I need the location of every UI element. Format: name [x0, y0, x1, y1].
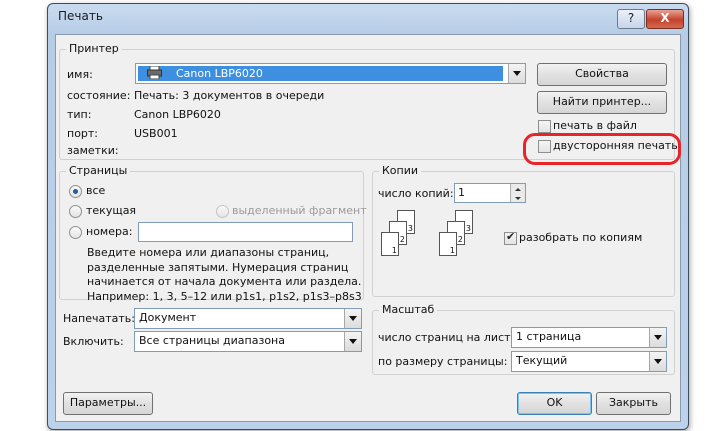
include-label: Включить: [63, 335, 124, 348]
print-what-value: Документ [139, 311, 197, 324]
pages-help-line: Введите номера или диапазоны страниц, [87, 246, 330, 259]
pages-group-label: Страницы [66, 164, 131, 177]
ok-button[interactable]: OK [517, 392, 592, 415]
printer-name-select[interactable]: Canon LBP6020 [135, 63, 526, 84]
include-select[interactable]: Все страницы диапазона [134, 331, 362, 352]
radio-dot [73, 189, 78, 194]
scale-to-value: Текущий [516, 354, 568, 367]
printer-status-value: Печать: 3 документов в очереди [134, 89, 325, 102]
include-value: Все страницы диапазона [139, 334, 285, 347]
page-numbers-input[interactable] [138, 222, 353, 242]
scale-to-label: по размеру страницы: [378, 355, 508, 368]
printer-notes-label: заметки: [67, 144, 119, 157]
print-to-file-label: печать в файл [553, 119, 637, 132]
close-button[interactable]: Закрыть [596, 392, 671, 415]
printer-type-value: Canon LBP6020 [134, 108, 221, 121]
copies-group-label: Копии [379, 164, 422, 177]
page-number: 1 [391, 246, 397, 255]
pages-numbers-label: номера: [86, 225, 133, 238]
copies-count-spinner[interactable]: 1 [454, 183, 526, 203]
copies-count-label: число копий: [378, 187, 454, 200]
print-dialog: Печать ? X Принтер имя: Canon LBP6020 со… [47, 3, 689, 430]
printer-port-label: порт: [67, 127, 99, 140]
pages-current-label: текущая [86, 204, 137, 217]
pages-per-sheet-label: число страниц на листе: [378, 331, 521, 344]
chevron-down-icon[interactable] [649, 328, 666, 347]
page-number: 3 [407, 224, 413, 233]
page-number: 2 [399, 235, 405, 244]
spin-up-icon[interactable] [510, 184, 525, 193]
copies-count-value: 1 [458, 186, 465, 199]
checkmark-icon: ✔ [506, 230, 516, 243]
pages-help-line: начинается от начала документа или разде… [87, 275, 362, 288]
duplex-label: двусторонняя печать [553, 139, 678, 152]
pages-help-line: разделенные запятыми. Нумерация страниц [87, 260, 349, 274]
pages-all-label: все [86, 184, 106, 197]
properties-button[interactable]: Свойства [537, 63, 667, 86]
printer-name-label: имя: [67, 68, 93, 81]
pages-per-sheet-value: 1 страница [516, 330, 582, 343]
pages-selection-radio[interactable] [216, 205, 229, 218]
page-number: 3 [465, 224, 471, 233]
pages-numbers-radio[interactable] [69, 226, 82, 239]
pages-current-radio[interactable] [69, 205, 82, 218]
pages-selection-label: выделенный фрагмент [232, 204, 367, 217]
dialog-title: Печать [58, 9, 103, 23]
spin-down-icon[interactable] [510, 193, 525, 202]
printer-icon [147, 65, 162, 80]
collate-checkbox[interactable]: ✔ [504, 230, 517, 245]
scale-to-select[interactable]: Текущий [511, 351, 667, 372]
collated-pages-icon: 3 2 1 [435, 210, 485, 270]
printer-status-label: состояние: [67, 89, 131, 102]
printer-group-label: Принтер [66, 42, 122, 55]
pages-all-radio[interactable] [69, 185, 82, 198]
page-number: 2 [457, 235, 463, 244]
chevron-down-icon[interactable] [344, 332, 361, 351]
printer-name-value: Canon LBP6020 [176, 67, 263, 80]
page-number: 1 [449, 246, 455, 255]
printer-type-label: тип: [67, 108, 92, 121]
print-to-file-checkbox[interactable] [538, 120, 551, 133]
printer-port-value: USB001 [134, 127, 178, 140]
pages-per-sheet-select[interactable]: 1 страница [511, 327, 667, 348]
find-printer-button[interactable]: Найти принтер... [537, 91, 667, 114]
print-what-label: Напечатать: [63, 312, 135, 325]
zoom-group-label: Масштаб [379, 303, 438, 316]
chevron-down-icon[interactable] [508, 64, 525, 83]
close-window-button[interactable]: X [646, 9, 684, 29]
pages-help-line: Например: 1, 3, 5–12 или p1s1, p1s2, p1s… [87, 289, 362, 303]
options-button[interactable]: Параметры... [63, 392, 153, 415]
print-what-select[interactable]: Документ [134, 308, 362, 329]
uncollated-pages-icon: 3 2 1 [377, 210, 427, 270]
chevron-down-icon[interactable] [344, 309, 361, 328]
pages-help-text: Введите номера или диапазоны страниц, ра… [87, 246, 362, 304]
collate-label: разобрать по копиям [519, 231, 643, 244]
chevron-down-icon[interactable] [649, 352, 666, 371]
help-button[interactable]: ? [617, 9, 645, 29]
dialog-body: Принтер имя: Canon LBP6020 состояние: Пе… [55, 34, 681, 422]
duplex-checkbox[interactable] [538, 140, 551, 153]
